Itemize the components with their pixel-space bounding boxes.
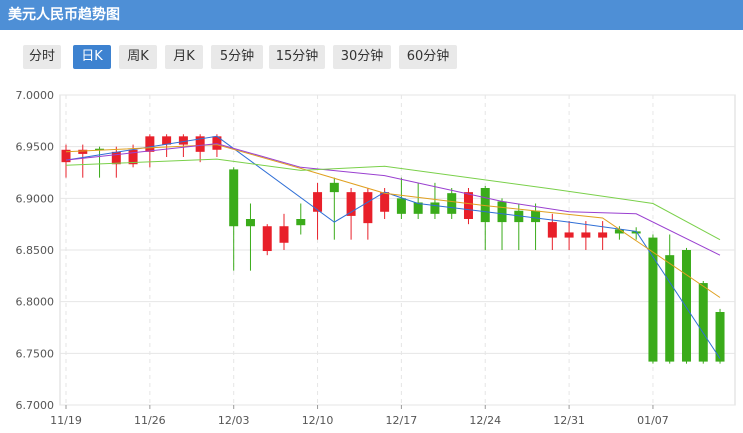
candle-body: [380, 192, 390, 212]
candle-body: [564, 232, 574, 238]
y-tick-label: 6.7500: [16, 347, 55, 360]
candle-body: [296, 219, 306, 226]
x-tick-label: 11/26: [134, 414, 166, 427]
x-axis: 11/19 11/26 12/03 12/10 12/17 12/24 12/31 01/07: [50, 405, 669, 427]
candle-body: [581, 232, 591, 238]
candle-body: [329, 182, 339, 193]
candle-body: [313, 192, 323, 212]
candlestick-chart: 6.7000 6.7500 6.8000 6.8500 6.9000 6.9500 7.00…: [16, 89, 736, 427]
x-tick-label: 12/10: [302, 414, 334, 427]
x-tick-label: 12/03: [218, 414, 250, 427]
tab-intraday[interactable]: 分时: [23, 45, 61, 69]
candle-body: [279, 226, 289, 243]
chart-title: 美元人民币趋势图: [8, 7, 120, 23]
x-tick-label: 12/24: [469, 414, 501, 427]
y-tick-label: 6.9000: [16, 192, 55, 205]
candle-body: [447, 193, 457, 214]
candle-body: [665, 255, 675, 362]
x-tick-label: 11/19: [50, 414, 82, 427]
y-tick-label: 6.9500: [16, 141, 55, 154]
moving-average-lines: [65, 135, 721, 359]
candle-body: [430, 202, 440, 214]
candle-body: [262, 226, 272, 252]
candle-body: [463, 192, 473, 219]
y-tick-label: 6.8000: [16, 296, 55, 309]
candle-body: [531, 210, 541, 223]
tab-daily-k[interactable]: 日K: [73, 45, 111, 69]
candle-body: [111, 151, 121, 165]
candle-body: [598, 232, 608, 238]
x-tick-label: 12/17: [386, 414, 418, 427]
y-axis: 6.7000 6.7500 6.8000 6.8500 6.9000 6.9500 7.00…: [16, 89, 55, 412]
candle-body: [396, 198, 406, 214]
y-tick-label: 6.8500: [16, 244, 55, 257]
candle-body: [681, 250, 691, 362]
x-tick-label: 12/31: [553, 414, 585, 427]
grid-lines: [59, 94, 736, 406]
tab-30min[interactable]: 30分钟: [333, 45, 391, 69]
candle-body: [547, 222, 557, 238]
ma5-line: [65, 135, 721, 359]
candle-body: [245, 219, 255, 227]
tab-5min[interactable]: 5分钟: [211, 45, 263, 69]
x-tick-label: 01/07: [637, 414, 669, 427]
tab-15min[interactable]: 15分钟: [269, 45, 325, 69]
candle-body: [178, 136, 188, 145]
candles: [61, 134, 725, 364]
y-tick-label: 6.7000: [16, 399, 55, 412]
candle-body: [497, 201, 507, 223]
ma30-line: [65, 158, 721, 241]
tab-60min[interactable]: 60分钟: [399, 45, 457, 69]
tab-weekly-k[interactable]: 周K: [119, 45, 157, 69]
tab-monthly-k[interactable]: 月K: [165, 45, 203, 69]
candle-body: [363, 192, 373, 224]
candle-body: [229, 169, 239, 227]
y-tick-label: 7.0000: [16, 89, 55, 102]
chart-title-bar: 美元人民币趋势图: [0, 0, 743, 30]
candle-body: [698, 283, 708, 362]
candle-body: [145, 136, 155, 152]
